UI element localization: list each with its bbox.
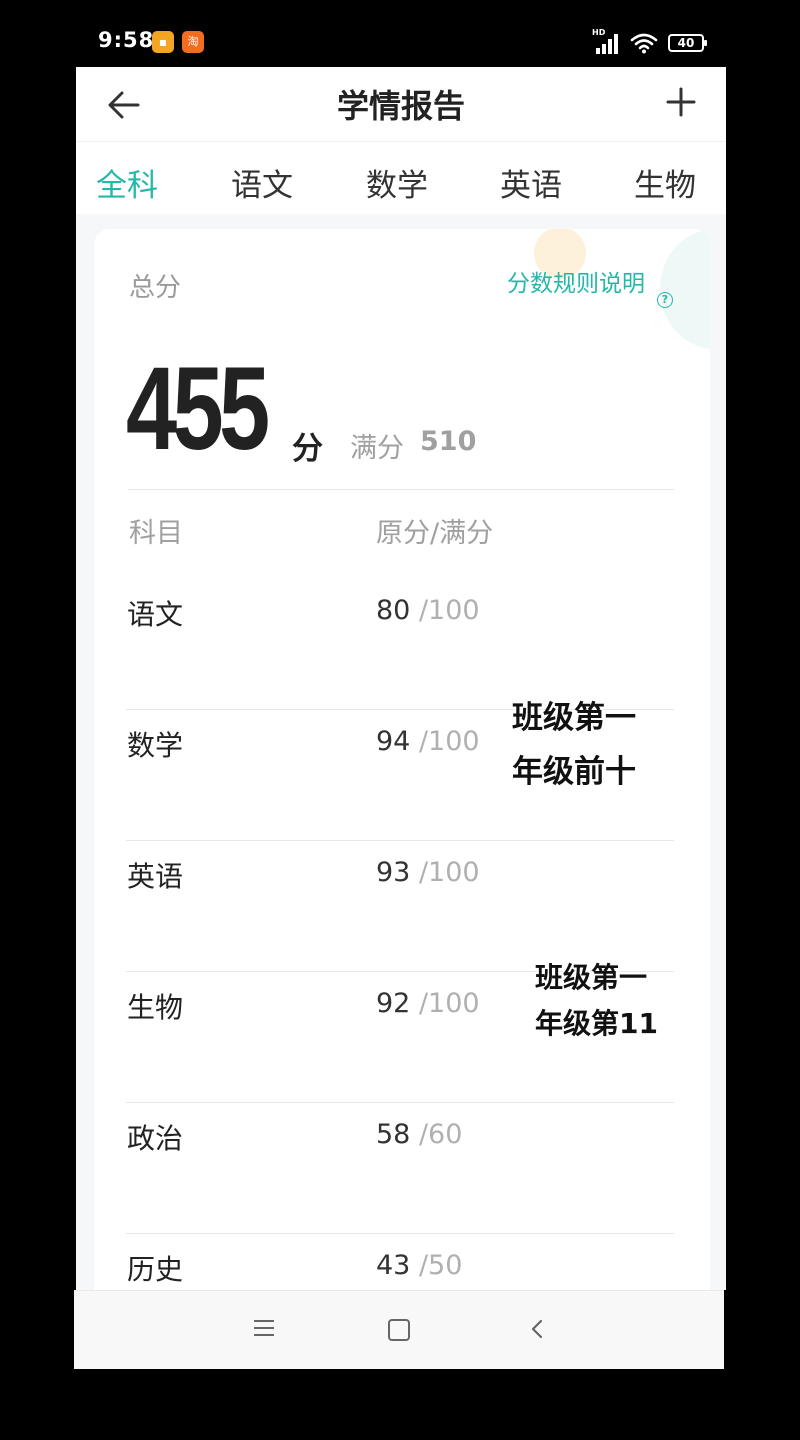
row-score: 93 /100 [376,857,480,888]
row-subject: 数学 [127,729,184,762]
table-row: 英语 93 /100 [94,841,710,972]
subject-tabs: 全科 语文 数学 英语 生物 [76,141,726,214]
signal-icon: HD [592,28,620,54]
full-score-value: 510 [420,426,477,457]
app-header: 学情报告 [76,67,726,141]
taobao-icon: 淘 [182,31,204,53]
annotation-line: 年级第11 [535,1007,658,1040]
status-time: 9:58 [98,28,155,52]
decorative-circle [660,229,710,349]
row-subject: 政治 [127,1122,184,1155]
row-subject: 语文 [127,598,184,631]
row-score: 43 /50 [376,1250,463,1281]
note-icon: ▪ [152,31,174,53]
table-row: 历史 43 /50 [94,1234,710,1290]
plus-icon[interactable] [664,85,698,119]
help-icon[interactable]: ? [657,292,673,308]
phone-frame: 9:58 ▪ 淘 HD 40 学情报告 全科 语文 数学 英语 生物 总分 分数… [0,0,800,1440]
row-score: 92 /100 [376,988,480,1019]
column-header-score: 原分/满分 [376,518,494,549]
total-label: 总分 [129,273,182,303]
tab-math[interactable]: 数学 [366,160,428,205]
menu-icon[interactable] [254,1320,274,1341]
row-score: 94 /100 [376,726,480,757]
back-icon[interactable] [526,1317,548,1341]
biology-rank-annotation: 班级第一 年级第11 [535,955,658,1047]
battery-icon: 40 [668,34,707,52]
row-score: 58 /60 [376,1119,463,1150]
score-unit: 分 [292,431,323,467]
row-score: 80 /100 [376,595,480,626]
page-title: 学情报告 [336,87,465,125]
annotation-line: 年级前十 [512,754,636,790]
row-subject: 历史 [127,1253,184,1286]
hd-label: HD [592,28,606,37]
score-card: 总分 分数规则说明 ? 455 分 满分 510 科目 原分/满分 语文 80 … [94,229,710,1290]
wifi-icon [630,33,658,54]
home-icon[interactable] [388,1319,410,1341]
full-score-label: 满分 [350,433,404,464]
tab-chinese[interactable]: 语文 [231,160,293,205]
tab-english[interactable]: 英语 [500,160,562,205]
annotation-line: 班级第一 [512,700,636,736]
table-row: 政治 58 /60 [94,1103,710,1234]
status-bar: 9:58 ▪ 淘 HD 40 [0,0,800,66]
divider [128,489,674,490]
row-subject: 生物 [127,991,184,1024]
tab-all[interactable]: 全科 [96,160,158,205]
math-rank-annotation: 班级第一 年级前十 [512,691,636,799]
status-right: HD 40 [592,28,707,56]
tab-biology[interactable]: 生物 [634,160,696,205]
score-rules-link[interactable]: 分数规则说明 [507,271,645,297]
column-header-subject: 科目 [129,518,183,549]
system-navbar [74,1290,724,1369]
annotation-line: 班级第一 [535,961,648,994]
app-screen: 学情报告 全科 语文 数学 英语 生物 总分 分数规则说明 ? 455 分 满分… [76,67,726,1290]
total-score: 455 [126,343,270,475]
row-subject: 英语 [127,860,184,893]
